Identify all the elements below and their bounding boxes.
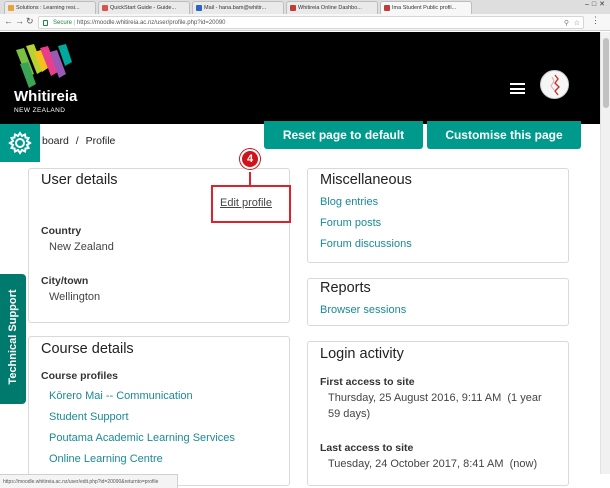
step-number-badge: 4 (240, 149, 260, 169)
technical-support-label: Technical Support (7, 289, 19, 385)
breadcrumb-dashboard-link[interactable]: board (42, 135, 69, 147)
scrollbar-thumb[interactable] (603, 38, 609, 108)
zoom-icon[interactable]: ⚲ (564, 19, 569, 27)
logo-subtitle: NEW ZEALAND (14, 107, 66, 114)
breadcrumb: board / Profile (42, 135, 115, 147)
status-bar-url: https://moodle.whitireia.ac.nz/user/edit… (0, 474, 178, 488)
window-controls[interactable]: –□✕ (585, 0, 608, 8)
tab-favicon-icon (196, 5, 202, 11)
gear-icon (8, 131, 32, 155)
first-access-label: First access to site (320, 376, 415, 388)
breadcrumb-current: Profile (85, 135, 116, 147)
tab-title: QuickStart Guide - Guide... (110, 5, 177, 11)
course-link[interactable]: Online Learning Centre (49, 453, 163, 465)
secure-label: Secure (53, 20, 73, 26)
course-link[interactable]: Poutama Academic Learning Services (49, 432, 235, 444)
logo-name: Whitireia (14, 88, 78, 105)
hamburger-menu-icon[interactable] (510, 83, 525, 94)
address-bar: ← → ↻ Secure | https://moodle.whitireia.… (0, 14, 610, 31)
browser-tab-3[interactable]: Mail - hana.bam@whitir... (192, 1, 284, 14)
login-activity-title: Login activity (320, 346, 404, 362)
browser-tab-4[interactable]: Whitireia Online Dashbo... (286, 1, 378, 14)
blog-entries-link[interactable]: Blog entries (320, 196, 378, 208)
tab-title: Solutions : Learning resi... (16, 5, 80, 11)
country-value: New Zealand (49, 241, 114, 253)
tab-title: Ima Student Public profil... (392, 5, 457, 11)
bookmark-star-icon[interactable]: ☆ (574, 19, 580, 27)
last-access-label: Last access to site (320, 442, 414, 454)
course-link[interactable]: Kōrero Mai -- Communication (49, 390, 193, 402)
avatar[interactable] (540, 70, 569, 99)
browser-tab-2[interactable]: QuickStart Guide - Guide... (98, 1, 190, 14)
browser-tab-active[interactable]: Ima Student Public profil... (380, 1, 472, 15)
browser-sessions-link[interactable]: Browser sessions (320, 304, 406, 316)
first-access-value: Thursday, 25 August 2016, 9:11 AM (1 yea… (328, 392, 542, 404)
back-icon[interactable]: ← (4, 16, 13, 26)
last-access-value: Tuesday, 24 October 2017, 8:41 AM (now) (328, 458, 538, 470)
miscellaneous-title: Miscellaneous (320, 172, 412, 188)
course-details-title: Course details (41, 341, 134, 357)
tab-title: Whitireia Online Dashbo... (298, 5, 362, 11)
whitireia-logo-icon[interactable] (14, 44, 74, 88)
lock-icon (43, 20, 48, 26)
course-link[interactable]: Student Support (49, 411, 129, 423)
forum-posts-link[interactable]: Forum posts (320, 217, 381, 229)
site-header: Whitireia NEW ZEALAND (0, 32, 600, 124)
breadcrumb-separator: / (75, 135, 79, 147)
page-scrollbar[interactable] (600, 32, 610, 474)
tab-favicon-icon (384, 5, 390, 11)
url-input[interactable]: Secure | https://moodle.whitireia.ac.nz/… (38, 16, 584, 29)
browser-menu-icon[interactable]: ⋮ (591, 15, 600, 26)
country-label: Country (41, 225, 82, 237)
reset-page-button[interactable]: Reset page to default (264, 121, 423, 149)
browser-tab-1[interactable]: Solutions : Learning resi... (4, 1, 96, 14)
callout-connector (249, 172, 251, 186)
course-profiles-label: Course profiles (41, 370, 119, 382)
tab-favicon-icon (102, 5, 108, 11)
user-details-title: User details (41, 172, 118, 188)
browser-tab-bar: Solutions : Learning resi... QuickStart … (0, 0, 610, 15)
tab-favicon-icon (8, 5, 14, 11)
forum-discussions-link[interactable]: Forum discussions (320, 238, 412, 250)
tab-favicon-icon (290, 5, 296, 11)
forward-icon[interactable]: → (15, 16, 24, 26)
city-label: City/town (41, 275, 89, 287)
reports-title: Reports (320, 280, 371, 296)
customise-page-button[interactable]: Customise this page (427, 121, 581, 149)
url-text: https://moodle.whitireia.ac.nz/user/prof… (76, 20, 226, 26)
city-value: Wellington (49, 291, 101, 303)
edit-profile-link[interactable]: Edit profile (220, 197, 272, 209)
technical-support-tab[interactable]: Technical Support (0, 274, 26, 404)
reload-icon[interactable]: ↻ (26, 16, 34, 27)
tab-title: Mail - hana.bam@whitir... (204, 5, 267, 11)
settings-gear-button[interactable] (0, 124, 40, 162)
first-access-value-cont: 59 days) (328, 408, 371, 420)
